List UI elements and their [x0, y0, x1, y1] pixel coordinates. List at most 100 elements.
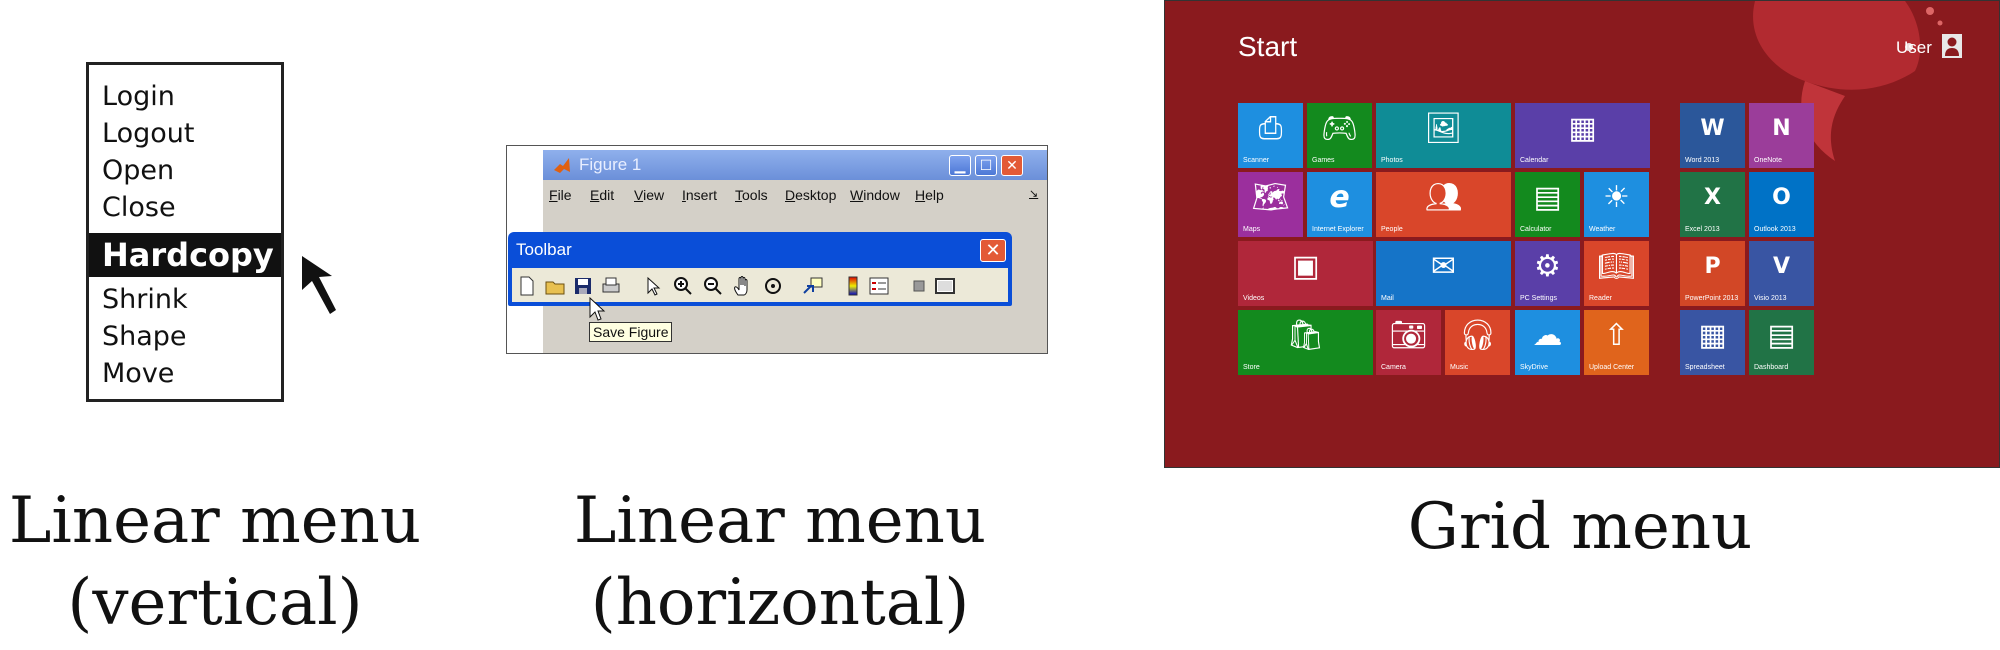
- menu-item-move[interactable]: Move: [102, 358, 174, 390]
- hide-plot-tools-icon[interactable]: [908, 275, 930, 297]
- tile-label: Camera: [1381, 364, 1406, 371]
- tile-label: Mail: [1381, 295, 1394, 302]
- menu-desktop[interactable]: Desktop: [785, 187, 836, 203]
- minimize-button[interactable]: ▁: [949, 155, 971, 176]
- menu-item-login[interactable]: Login: [102, 81, 175, 113]
- figure-title-bar[interactable]: Figure 1 ▁ ☐ ✕: [543, 150, 1047, 180]
- tile-music[interactable]: 🎧︎ Music: [1445, 310, 1510, 375]
- tile-calculator[interactable]: ▤ Calculator: [1515, 172, 1580, 237]
- calculator-icon: ▤: [1533, 180, 1562, 215]
- dock-arrow-icon[interactable]: ↘: [1029, 187, 1038, 200]
- menu-item-open[interactable]: Open: [102, 155, 174, 187]
- zoom-out-icon[interactable]: [702, 275, 724, 297]
- tile-label: Music: [1450, 364, 1469, 371]
- tile-store[interactable]: 🛍︎ Store: [1238, 310, 1373, 375]
- menu-window[interactable]: Window: [850, 187, 900, 203]
- caption-line: (vertical): [67, 566, 363, 640]
- tile-calendar[interactable]: ▦ Calendar: [1515, 103, 1650, 168]
- tile-powerpoint-2013[interactable]: P PowerPoint 2013: [1680, 241, 1745, 306]
- tile-mail[interactable]: ✉︎ Mail: [1376, 241, 1511, 306]
- tile-spreadsheet[interactable]: ▦ Spreadsheet: [1680, 310, 1745, 375]
- menu-item-shrink[interactable]: Shrink: [102, 284, 188, 316]
- tile-maps[interactable]: 🗺︎ Maps: [1238, 172, 1303, 237]
- figure-title: Figure 1: [579, 155, 642, 174]
- pan-hand-icon[interactable]: [732, 275, 754, 297]
- menu-item-hardcopy-selected[interactable]: Hardcopy: [89, 233, 281, 277]
- tile-weather[interactable]: ☀︎ Weather: [1584, 172, 1649, 237]
- zoom-in-icon[interactable]: [672, 275, 694, 297]
- photo-icon: 🖼︎: [1424, 111, 1463, 146]
- start-title: Start: [1238, 31, 1298, 62]
- caption-line: Grid menu: [1407, 490, 1753, 564]
- tile-people[interactable]: 👥︎ People: [1376, 172, 1511, 237]
- tile-label: PowerPoint 2013: [1685, 295, 1739, 302]
- close-button[interactable]: ✕: [1001, 155, 1023, 176]
- tile-label: Spreadsheet: [1685, 364, 1725, 371]
- menu-view[interactable]: View: [634, 187, 664, 203]
- tile-upload-center[interactable]: ⇧ Upload Center: [1584, 310, 1649, 375]
- tile-camera[interactable]: 📷︎ Camera: [1376, 310, 1441, 375]
- map-icon: 🗺︎: [1251, 180, 1290, 215]
- tile-excel-2013[interactable]: X Excel 2013: [1680, 172, 1745, 237]
- tile-label: Upload Center: [1589, 364, 1635, 371]
- tile-label: Maps: [1243, 226, 1261, 233]
- tile-label: Calculator: [1520, 226, 1552, 233]
- tile-onenote[interactable]: N OneNote: [1749, 103, 1814, 168]
- user-name[interactable]: User: [1896, 38, 1932, 58]
- tile-label: Scanner: [1243, 157, 1270, 164]
- toolbar-window: Toolbar ✕: [508, 232, 1012, 306]
- show-plot-tools-icon[interactable]: [934, 275, 956, 297]
- menu-help[interactable]: Help: [915, 187, 944, 203]
- tile-word-2013[interactable]: W Word 2013: [1680, 103, 1745, 168]
- menu-item-close[interactable]: Close: [102, 192, 176, 224]
- visio-icon: V: [1772, 254, 1791, 279]
- user-avatar-icon[interactable]: [1942, 34, 1962, 58]
- tile-games[interactable]: 🎮︎ Games: [1307, 103, 1372, 168]
- mouse-pointer-icon: [302, 256, 336, 314]
- select-arrow-icon[interactable]: [642, 275, 664, 297]
- tile-dashboard[interactable]: ▤ Dashboard: [1749, 310, 1814, 375]
- video-icon: ▣: [1291, 249, 1320, 284]
- data-cursor-icon[interactable]: [802, 275, 824, 297]
- print-icon[interactable]: [600, 275, 622, 297]
- caption-grid: Grid menu: [1290, 486, 1870, 568]
- tile-photos[interactable]: 🖼︎ Photos: [1376, 103, 1511, 168]
- menu-file[interactable]: File: [549, 187, 572, 203]
- rotate-3d-icon[interactable]: [762, 275, 784, 297]
- gear-icon: ⚙︎: [1534, 249, 1561, 284]
- menu-bar: File Edit View Insert Tools Desktop Wind…: [543, 183, 1047, 207]
- maximize-button[interactable]: ☐: [975, 155, 997, 176]
- tile-scanner[interactable]: ⎙ Scanner: [1238, 103, 1303, 168]
- store-icon: 🛍︎: [1286, 318, 1325, 353]
- new-figure-icon[interactable]: [516, 275, 538, 297]
- colorbar-icon[interactable]: [842, 275, 864, 297]
- menu-item-logout[interactable]: Logout: [102, 118, 194, 150]
- menu-item-shape[interactable]: Shape: [102, 321, 187, 353]
- people-icon: 👥︎: [1424, 180, 1463, 215]
- menu-edit[interactable]: Edit: [590, 187, 614, 203]
- tile-videos[interactable]: ▣ Videos: [1238, 241, 1373, 306]
- tile-label: Outlook 2013: [1754, 226, 1796, 233]
- save-figure-icon[interactable]: [572, 275, 594, 297]
- legend-icon[interactable]: [868, 275, 890, 297]
- tile-skydrive[interactable]: ☁︎ SkyDrive: [1515, 310, 1580, 375]
- internet-explorer-icon: e: [1329, 180, 1350, 215]
- menu-insert[interactable]: Insert: [682, 187, 717, 203]
- menu-tools[interactable]: Tools: [735, 187, 768, 203]
- upload-icon: ⇧: [1603, 318, 1630, 353]
- matlab-logo-icon: [554, 158, 570, 173]
- caption-line: Linear menu: [573, 484, 987, 558]
- toolbar-close-button[interactable]: ✕: [980, 239, 1006, 262]
- tile-label: Word 2013: [1685, 157, 1720, 164]
- tile-internet-explorer[interactable]: e Internet Explorer: [1307, 172, 1372, 237]
- tile-label: SkyDrive: [1520, 364, 1549, 371]
- mail-icon: ✉︎: [1430, 249, 1457, 284]
- tile-visio-2013[interactable]: V Visio 2013: [1749, 241, 1814, 306]
- gamepad-icon: 🎮︎: [1320, 111, 1359, 146]
- tile-outlook-2013[interactable]: O Outlook 2013: [1749, 172, 1814, 237]
- tile-label: Weather: [1589, 226, 1616, 233]
- open-file-icon[interactable]: [544, 275, 566, 297]
- tile-reader[interactable]: 📖︎ Reader: [1584, 241, 1649, 306]
- tile-pc-settings[interactable]: ⚙︎ PC Settings: [1515, 241, 1580, 306]
- toolbar-title: Toolbar: [516, 240, 572, 259]
